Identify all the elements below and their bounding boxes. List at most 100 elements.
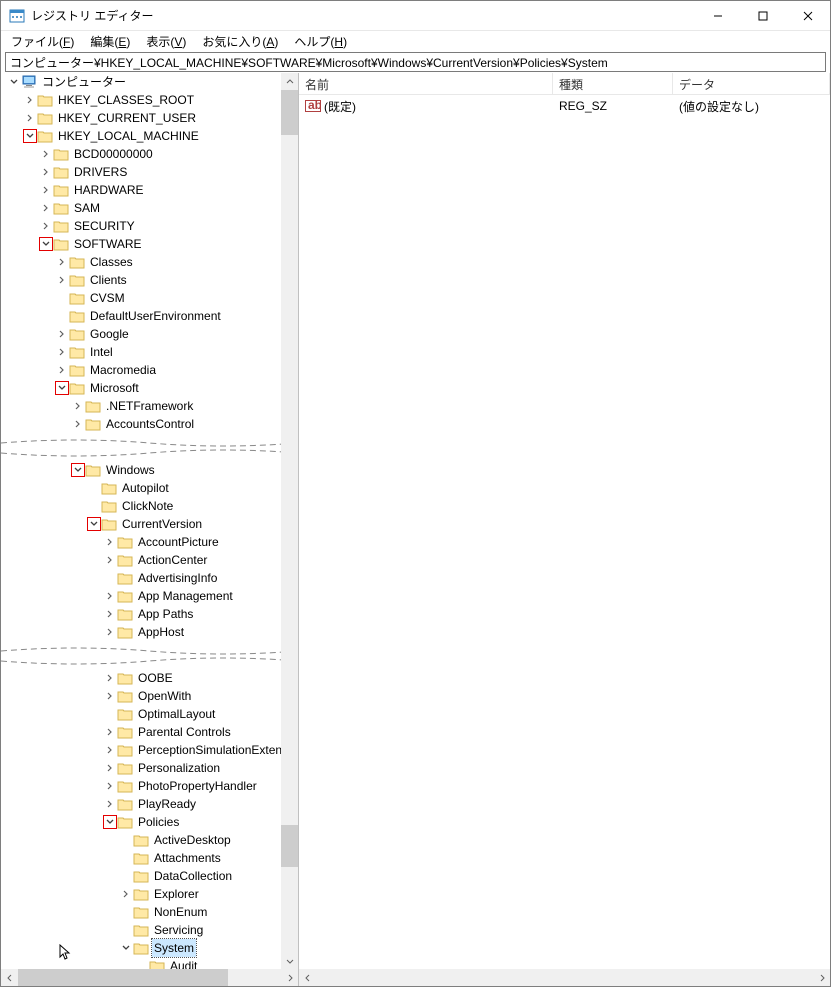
scrollbar-thumb[interactable] [281,825,298,867]
tree-row[interactable]: HKEY_CLASSES_ROOT [1,91,298,109]
expand-icon[interactable] [103,815,117,829]
expand-icon[interactable] [71,417,85,431]
tree-row[interactable]: App Management [1,587,298,605]
expand-icon[interactable] [103,607,117,621]
expand-icon[interactable] [119,941,133,955]
expand-icon[interactable] [103,797,117,811]
expand-icon[interactable] [87,481,101,495]
expand-icon[interactable] [103,589,117,603]
tree-row[interactable]: Attachments [1,849,298,867]
tree-row[interactable]: Explorer [1,885,298,903]
expand-icon[interactable] [103,625,117,639]
expand-icon[interactable] [39,237,53,251]
expand-icon[interactable] [39,201,53,215]
expand-icon[interactable] [103,671,117,685]
tree-row[interactable]: Audit [1,957,298,969]
scrollbar-thumb[interactable] [281,90,298,135]
expand-icon[interactable] [103,689,117,703]
tree-row[interactable]: Google [1,325,298,343]
tree-row[interactable]: ClickNote [1,497,298,515]
menu-help[interactable]: ヘルプ(H) [288,32,353,51]
tree-row[interactable]: コンピューター [1,73,298,91]
tree-row[interactable]: OpenWith [1,687,298,705]
expand-icon[interactable] [55,291,69,305]
tree-row[interactable]: DataCollection [1,867,298,885]
tree-row[interactable]: Clients [1,271,298,289]
tree-row[interactable]: OOBE [1,669,298,687]
tree-row[interactable]: Parental Controls [1,723,298,741]
tree-row[interactable]: Autopilot [1,479,298,497]
expand-icon[interactable] [103,553,117,567]
tree-row[interactable]: AppHost [1,623,298,641]
tree-row[interactable]: Windows [1,461,298,479]
expand-icon[interactable] [55,345,69,359]
scroll-down-icon[interactable] [281,952,298,969]
expand-icon[interactable] [55,273,69,287]
registry-tree[interactable]: コンピューターHKEY_CLASSES_ROOTHKEY_CURRENT_USE… [1,73,298,969]
expand-icon[interactable] [55,327,69,341]
expand-icon[interactable] [119,869,133,883]
tree-row[interactable]: Intel [1,343,298,361]
tree-row[interactable]: SECURITY [1,217,298,235]
expand-icon[interactable] [119,905,133,919]
expand-icon[interactable] [23,111,37,125]
expand-icon[interactable] [39,219,53,233]
expand-icon[interactable] [71,399,85,413]
tree-row[interactable]: .NETFramework [1,397,298,415]
col-type[interactable]: 種類 [553,73,673,94]
expand-icon[interactable] [103,707,117,721]
tree-row[interactable]: HKEY_CURRENT_USER [1,109,298,127]
scroll-up-icon[interactable] [281,73,298,90]
tree-row[interactable]: AccountsControl [1,415,298,433]
tree-row[interactable]: HKEY_LOCAL_MACHINE [1,127,298,145]
tree-row[interactable]: Personalization [1,759,298,777]
value-row[interactable]: ab(既定) REG_SZ (値の設定なし) [299,97,830,115]
scroll-right-icon[interactable] [281,969,298,986]
expand-icon[interactable] [71,463,85,477]
menu-view[interactable]: 表示(V) [140,32,192,51]
tree-row[interactable]: HARDWARE [1,181,298,199]
expand-icon[interactable] [39,165,53,179]
tree-row[interactable]: DRIVERS [1,163,298,181]
expand-icon[interactable] [7,75,21,89]
col-name[interactable]: 名前 [299,73,553,94]
expand-icon[interactable] [55,381,69,395]
tree-row[interactable]: SOFTWARE [1,235,298,253]
expand-icon[interactable] [23,93,37,107]
expand-icon[interactable] [55,255,69,269]
expand-icon[interactable] [119,923,133,937]
scroll-left-icon[interactable] [299,969,316,986]
col-data[interactable]: データ [673,73,830,94]
tree-row[interactable]: PlayReady [1,795,298,813]
tree-row[interactable]: Classes [1,253,298,271]
tree-row[interactable]: AdvertisingInfo [1,569,298,587]
tree-hscrollbar[interactable] [1,969,298,986]
expand-icon[interactable] [103,761,117,775]
tree-row[interactable]: Microsoft [1,379,298,397]
tree-row[interactable]: AccountPicture [1,533,298,551]
expand-icon[interactable] [55,309,69,323]
expand-icon[interactable] [135,959,149,969]
expand-icon[interactable] [103,725,117,739]
close-button[interactable] [785,1,830,31]
expand-icon[interactable] [103,779,117,793]
tree-row[interactable]: BCD00000000 [1,145,298,163]
expand-icon[interactable] [55,363,69,377]
tree-row[interactable]: Servicing [1,921,298,939]
expand-icon[interactable] [39,147,53,161]
expand-icon[interactable] [103,743,117,757]
expand-icon[interactable] [23,129,37,143]
scroll-right-icon[interactable] [813,969,830,986]
menu-edit[interactable]: 編集(E) [84,32,136,51]
address-input[interactable] [5,52,826,72]
tree-row[interactable]: PhotoPropertyHandler [1,777,298,795]
expand-icon[interactable] [87,499,101,513]
maximize-button[interactable] [740,1,785,31]
expand-icon[interactable] [119,887,133,901]
menu-favorites[interactable]: お気に入り(A) [196,32,284,51]
tree-row[interactable]: CurrentVersion [1,515,298,533]
tree-row[interactable]: OptimalLayout [1,705,298,723]
minimize-button[interactable] [695,1,740,31]
expand-icon[interactable] [119,851,133,865]
expand-icon[interactable] [39,183,53,197]
